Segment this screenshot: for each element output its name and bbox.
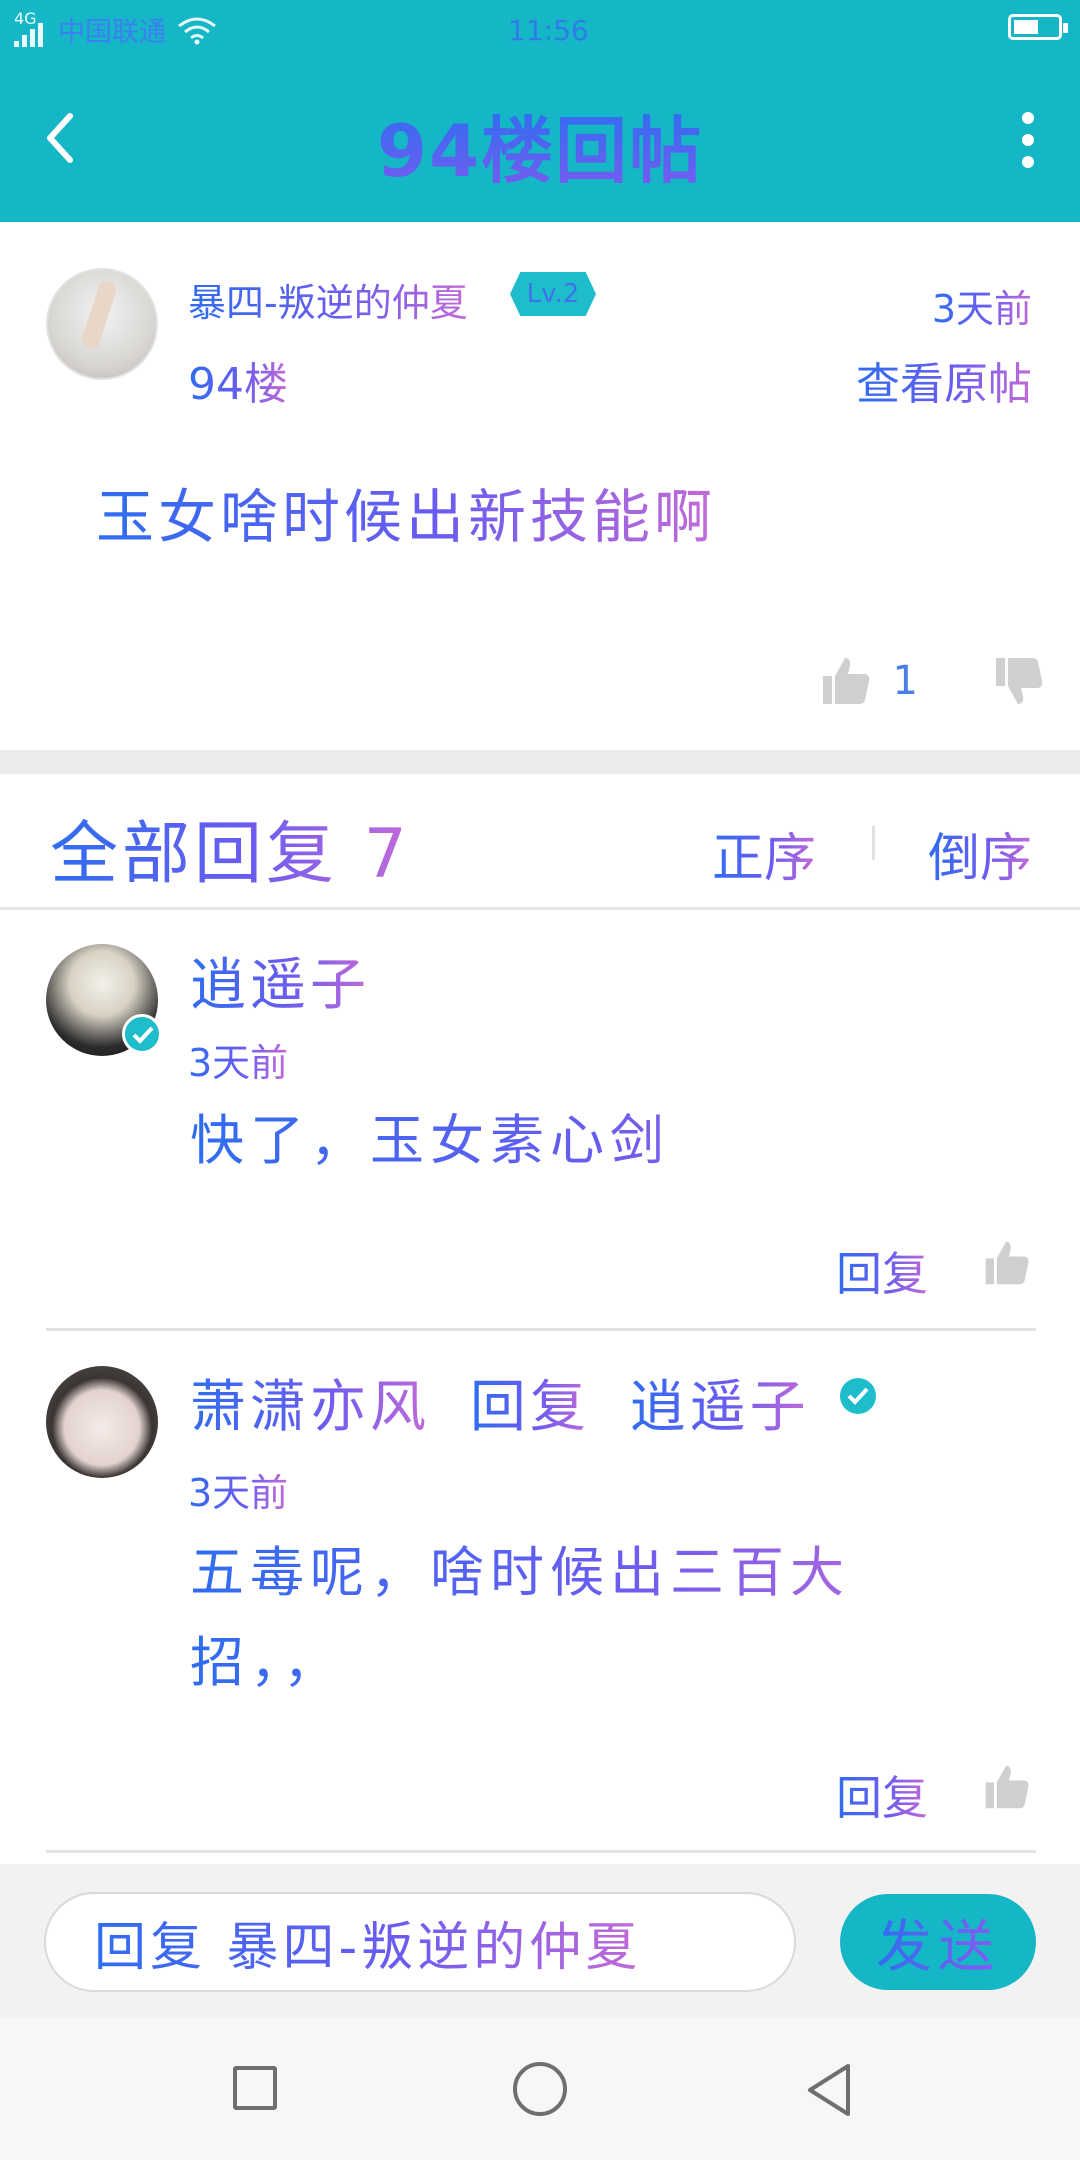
thumb-down-icon[interactable] bbox=[992, 654, 1046, 708]
replies-title: 全部回复 7 bbox=[50, 798, 411, 897]
reply-username[interactable]: 萧潇亦风 bbox=[190, 1375, 430, 1440]
signal-icon: 4G bbox=[14, 9, 43, 47]
wifi-icon bbox=[178, 17, 216, 44]
post-actions: 1 bbox=[819, 654, 1046, 708]
reply-time: 3天前 bbox=[188, 1032, 288, 1087]
verified-icon bbox=[122, 1014, 162, 1054]
floor-number: 94楼 bbox=[188, 348, 288, 412]
like-count: 1 bbox=[892, 658, 918, 704]
reply-time: 3天前 bbox=[188, 1462, 288, 1517]
sort-ascending-button[interactable]: 正序 bbox=[712, 816, 816, 891]
system-navigation-bar bbox=[0, 2018, 1080, 2160]
replies-count: 7 bbox=[363, 815, 411, 894]
status-left: 4G 中国联通 bbox=[14, 9, 218, 49]
reply-word: 回复 bbox=[469, 1375, 590, 1440]
reply-item: 萧潇亦风 回复 逍遥子 3天前 五毒呢，啥时候出三百大招，， 回复 bbox=[0, 1332, 1080, 1853]
reply-item: 逍遥子 3天前 快了，玉女素心剑 回复 bbox=[0, 910, 1080, 1331]
thumb-up-icon[interactable] bbox=[982, 1762, 1032, 1812]
reply-input-placeholder: 回复 暴四-叛逆的仲夏 bbox=[94, 1905, 641, 1980]
reply-button[interactable]: 回复 bbox=[836, 1762, 928, 1828]
battery-icon bbox=[1008, 14, 1068, 40]
reply-content: 快了，玉女素心剑 bbox=[190, 1096, 950, 1186]
system-back-button[interactable] bbox=[804, 2062, 854, 2118]
post-username[interactable]: 暴四-叛逆的仲夏 bbox=[188, 272, 468, 327]
reply-to-username[interactable]: 逍遥子 bbox=[630, 1375, 810, 1440]
thumb-up-icon[interactable] bbox=[982, 1238, 1032, 1288]
home-button[interactable] bbox=[513, 2062, 567, 2116]
status-bar: 4G 中国联通 11:56 bbox=[0, 0, 1080, 60]
avatar[interactable] bbox=[46, 1366, 158, 1478]
post-content: 玉女啥时候出新技能啊 bbox=[96, 470, 716, 554]
reply-header: 萧潇亦风 回复 逍遥子 bbox=[190, 1362, 810, 1443]
view-original-link[interactable]: 查看原帖 bbox=[856, 348, 1032, 412]
send-button[interactable]: 发送 bbox=[840, 1894, 1036, 1990]
recent-apps-button[interactable] bbox=[233, 2066, 277, 2110]
reply-composer: 回复 暴四-叛逆的仲夏 发送 bbox=[0, 1864, 1080, 2018]
clock: 11:56 bbox=[508, 14, 589, 47]
verified-icon bbox=[840, 1378, 876, 1414]
reply-divider bbox=[46, 1328, 1036, 1331]
reply-button[interactable]: 回复 bbox=[836, 1238, 928, 1304]
more-icon[interactable] bbox=[1020, 112, 1036, 168]
app-header: 4G 中国联通 11:56 94楼回帖 bbox=[0, 0, 1080, 222]
reply-content: 五毒呢，啥时候出三百大招，， bbox=[190, 1528, 970, 1708]
thumb-up-icon[interactable] bbox=[819, 654, 873, 708]
section-divider bbox=[0, 750, 1080, 774]
sort-separator bbox=[872, 826, 875, 860]
reply-username[interactable]: 逍遥子 bbox=[190, 940, 370, 1021]
page-title: 94楼回帖 bbox=[376, 109, 704, 193]
post-time: 3天前 bbox=[932, 278, 1032, 333]
avatar[interactable] bbox=[46, 268, 158, 380]
reply-input[interactable]: 回复 暴四-叛逆的仲夏 bbox=[44, 1892, 796, 1992]
carrier-name: 中国联通 bbox=[58, 17, 166, 48]
replies-header: 全部回复 7 正序 倒序 bbox=[0, 774, 1080, 910]
replies-title-label: 全部回复 bbox=[50, 815, 339, 894]
sort-descending-button[interactable]: 倒序 bbox=[928, 816, 1032, 891]
level-badge: Lv.2 bbox=[510, 272, 596, 316]
reply-divider bbox=[46, 1850, 1036, 1853]
original-post: 暴四-叛逆的仲夏 Lv.2 3天前 94楼 查看原帖 玉女啥时候出新技能啊 1 bbox=[0, 222, 1080, 750]
